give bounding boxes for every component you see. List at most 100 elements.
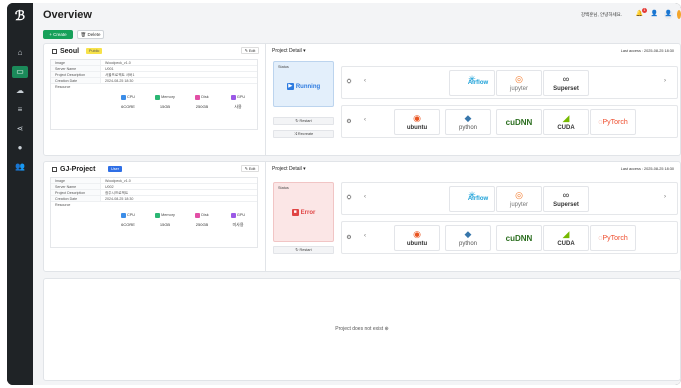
python-logo[interactable]: ◆ python xyxy=(445,109,491,135)
chevron-left-icon[interactable]: ‹ xyxy=(364,194,366,200)
project-info-panel: GJ-Project User ✎ Edit Image Woodpeck_v1.… xyxy=(44,162,266,271)
jupyter-logo[interactable]: ◎ jupyter xyxy=(496,70,542,96)
public-tag: Public xyxy=(86,48,103,54)
project-name-label: GJ-Project xyxy=(60,166,96,173)
tool-label: Airflow xyxy=(467,196,489,202)
chevron-left-icon[interactable]: ‹ xyxy=(364,78,366,84)
list-icon[interactable]: ≡ xyxy=(12,104,28,116)
chevron-right-icon[interactable]: › xyxy=(664,78,666,84)
info-key: Image xyxy=(51,178,101,183)
ubuntu-logo[interactable]: ◉ ubuntu xyxy=(394,225,440,251)
ubuntu-logo[interactable]: ◉ ubuntu xyxy=(394,109,440,135)
cudnn-logo[interactable]: cuDNN xyxy=(496,225,542,251)
disk-value: 250GB xyxy=(195,222,209,227)
gear-icon: ⚙ xyxy=(346,235,352,241)
cuda-logo[interactable]: ◢ CUDA xyxy=(543,109,589,135)
memory-icon xyxy=(155,212,161,218)
share-icon[interactable]: ⋖ xyxy=(12,123,28,135)
edit-button[interactable]: ✎ Edit xyxy=(241,47,259,54)
edit-label: Edit xyxy=(248,167,256,171)
gpu-value: 미사용 xyxy=(232,222,244,227)
chevron-right-icon[interactable]: › xyxy=(664,194,666,200)
status-text: Running xyxy=(295,84,321,91)
page-title: Overview xyxy=(43,9,92,21)
info-value: U001 xyxy=(105,67,114,71)
app-logo[interactable]: ℬ xyxy=(12,9,28,25)
memory-icon xyxy=(155,94,161,100)
project-info-panel: Seoul Public ✎ Edit Image Woodpeck_v1.0 S… xyxy=(44,44,266,155)
home-icon[interactable]: ⌂ xyxy=(12,47,28,59)
project-name[interactable]: Seoul xyxy=(52,48,79,55)
empty-message-text: Project does not exist xyxy=(335,326,384,332)
project-name[interactable]: GJ-Project xyxy=(52,166,95,173)
airflow-logo[interactable]: ✳ Airflow xyxy=(449,70,495,96)
monitor-icon[interactable]: ▭ xyxy=(12,66,28,78)
project-detail-title[interactable]: Project Detail ▾ xyxy=(272,48,306,54)
jupyter-logo[interactable]: ◎ jupyter xyxy=(496,186,542,212)
project-detail-title[interactable]: Project Detail ▾ xyxy=(272,166,306,172)
tool-label: Superset xyxy=(553,86,579,92)
status-label: Status xyxy=(278,65,289,69)
restart-button[interactable]: ↻ Restart xyxy=(273,117,334,125)
tool-label: jupyter xyxy=(509,86,528,92)
disk-label: Disk xyxy=(201,213,209,217)
info-value: U002 xyxy=(105,185,114,189)
info-key: Creation Date xyxy=(51,78,101,83)
resource-disk: Disk 250GB xyxy=(187,212,217,227)
pytorch-logo[interactable]: ◌PyTorch xyxy=(590,109,636,135)
gpu-value: 사용 xyxy=(234,104,242,109)
create-button[interactable]: + Create xyxy=(43,30,73,39)
memory-label: Memory xyxy=(161,95,175,99)
project-checkbox[interactable] xyxy=(52,48,57,54)
avatar-icon[interactable]: 👤 xyxy=(664,10,673,19)
chevron-left-icon[interactable]: ‹ xyxy=(364,233,366,239)
status-value: ■ Error xyxy=(274,209,333,216)
empty-project-card[interactable]: Project does not exist ⊕ xyxy=(43,278,681,381)
disk-value: 250GB xyxy=(195,104,209,109)
user-manage-icon[interactable]: 👤 xyxy=(650,10,659,19)
error-icon: ■ xyxy=(291,209,299,216)
users-icon[interactable]: 👥 xyxy=(12,161,28,173)
superset-logo[interactable]: ∞ Superset xyxy=(543,186,589,212)
recreate-button[interactable]: ⤨ Recreate xyxy=(273,130,334,138)
superset-logo[interactable]: ∞ Superset xyxy=(543,70,589,96)
cloud-icon[interactable]: ☁ xyxy=(12,85,28,97)
bell-icon[interactable]: ● xyxy=(12,142,28,154)
top-bar: Overview 강백훈님, 안녕하세요. 🔔 1 👤 👤 xyxy=(33,3,681,27)
pytorch-logo[interactable]: ◌PyTorch xyxy=(590,225,636,251)
edit-button[interactable]: ✎ Edit xyxy=(241,165,259,172)
project-card-seoul: Seoul Public ✎ Edit Image Woodpeck_v1.0 S… xyxy=(43,43,681,156)
airflow-logo[interactable]: ✳ Airflow xyxy=(449,186,495,212)
chevron-down-icon: ▾ xyxy=(303,48,306,54)
ubuntu-icon: ◉ xyxy=(413,113,421,123)
gpu-label: GPU xyxy=(236,95,246,99)
user-tag: User xyxy=(108,166,123,172)
project-checkbox[interactable] xyxy=(52,166,57,172)
cpu-icon xyxy=(120,94,126,100)
project-name-label: Seoul xyxy=(60,48,80,55)
memory-value: 15GB xyxy=(159,104,171,109)
cudnn-logo[interactable]: cuDNN xyxy=(496,109,542,135)
play-icon: ▶ xyxy=(286,83,294,90)
resource-cpu: CPU 6CORE xyxy=(113,94,143,109)
cuda-logo[interactable]: ◢ CUDA xyxy=(543,225,589,251)
python-icon: ◆ xyxy=(464,113,472,123)
pytorch-mark: ◌PyTorch xyxy=(591,235,635,242)
info-key: Server Name xyxy=(51,184,101,189)
chevron-left-icon[interactable]: ‹ xyxy=(364,117,366,123)
rocket-icon: ⛭ xyxy=(346,195,352,201)
project-detail-label: Project Detail xyxy=(272,166,302,172)
tools-row: ⛭ ‹ ✳ Airflow ◎ jupyter ∞ Superset › xyxy=(341,182,678,215)
add-circle-icon[interactable]: ⊕ xyxy=(385,326,389,332)
resource-memory: Memory 15GB xyxy=(150,94,180,109)
delete-button[interactable]: 🗑 Delete xyxy=(77,30,104,39)
status-dot-icon xyxy=(677,10,681,19)
tool-label: ubuntu xyxy=(406,241,428,247)
superset-icon: ∞ xyxy=(562,190,570,200)
memory-label: Memory xyxy=(161,213,175,217)
pytorch-mark: ◌PyTorch xyxy=(591,119,635,126)
resource-disk: Disk 250GB xyxy=(187,94,217,109)
restart-button[interactable]: ↻ Restart xyxy=(273,246,334,254)
python-logo[interactable]: ◆ python xyxy=(445,225,491,251)
superset-icon: ∞ xyxy=(562,74,570,84)
